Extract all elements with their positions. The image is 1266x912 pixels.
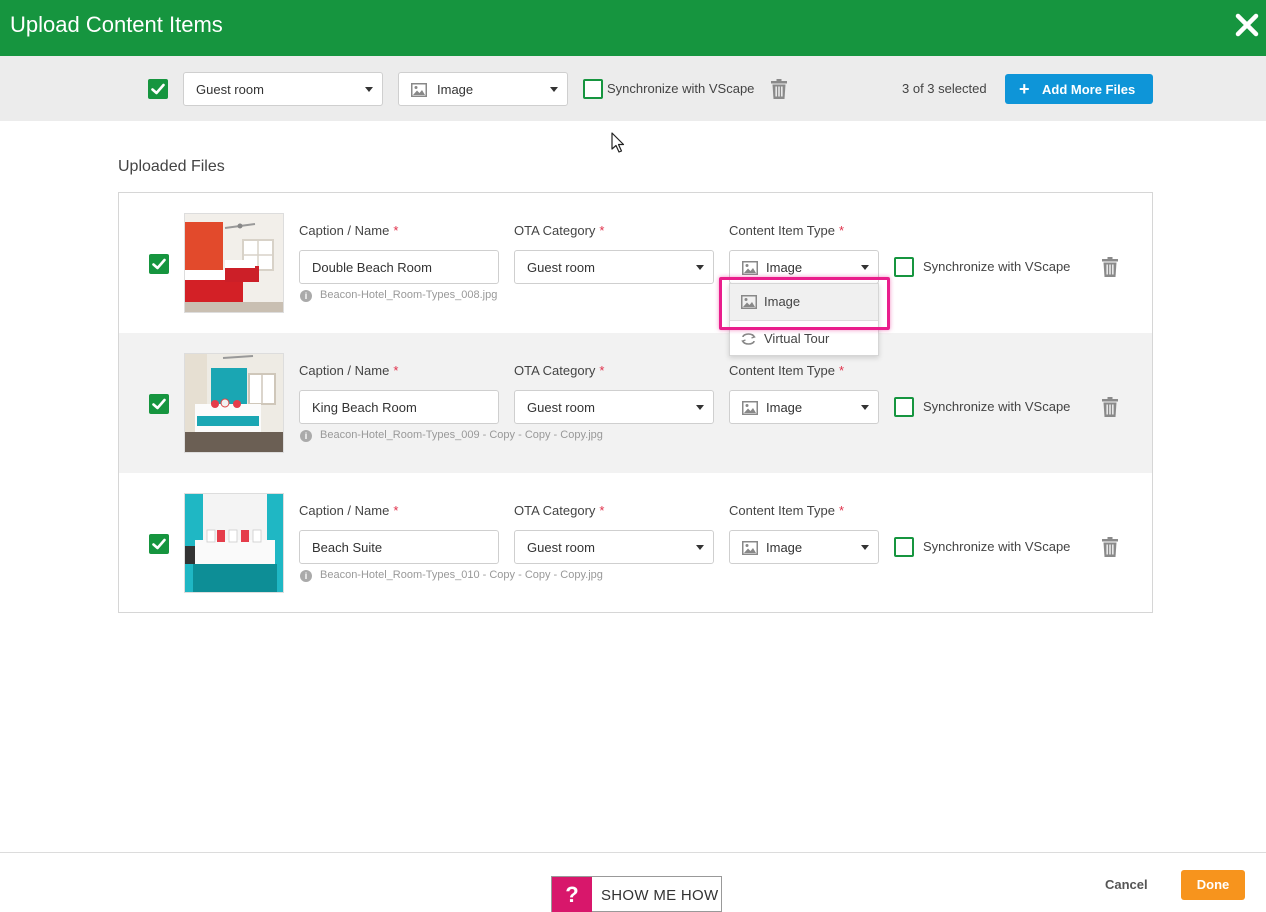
image-icon xyxy=(741,295,757,309)
file-thumbnail xyxy=(184,213,284,313)
file-row: Caption / Name * King Beach Room i Beacon… xyxy=(119,333,1152,473)
bulk-ota-category-value: Guest room xyxy=(196,82,264,97)
bulk-ota-category-select[interactable]: Guest room xyxy=(183,72,383,106)
ota-category-select[interactable]: Guest room xyxy=(514,390,714,424)
bulk-delete-trash-icon[interactable] xyxy=(771,79,787,99)
content-type-select[interactable]: Image xyxy=(729,390,879,424)
file-name: Beacon-Hotel_Room-Types_010 - Copy - Cop… xyxy=(320,569,603,581)
ota-category-value: Guest room xyxy=(527,260,595,275)
caption-input[interactable]: Beach Suite xyxy=(299,530,499,564)
uploaded-files-list: Caption / Name * Double Beach Room i Beac… xyxy=(118,192,1153,613)
chevron-down-icon xyxy=(550,87,558,92)
chevron-down-icon xyxy=(696,405,704,410)
add-more-files-label: Add More Files xyxy=(1042,82,1136,97)
caption-label: Caption / Name * xyxy=(299,363,399,378)
caption-input[interactable]: King Beach Room xyxy=(299,390,499,424)
content-type-select[interactable]: Image xyxy=(729,250,879,284)
ota-category-select[interactable]: Guest room xyxy=(514,530,714,564)
sync-label: Synchronize with VScape xyxy=(923,399,1071,414)
bulk-content-type-value: Image xyxy=(437,82,474,97)
sync-label: Synchronize with VScape xyxy=(923,539,1071,554)
file-thumbnail xyxy=(184,493,284,593)
file-select-checkbox[interactable] xyxy=(149,394,169,414)
cancel-button[interactable]: Cancel xyxy=(1105,877,1148,892)
dropdown-option-image[interactable]: Image xyxy=(730,284,878,320)
dialog-title: Upload Content Items xyxy=(10,12,223,37)
sync-label: Synchronize with VScape xyxy=(923,259,1071,274)
sync-checkbox[interactable] xyxy=(894,537,914,557)
check-icon xyxy=(152,538,166,550)
dropdown-option-virtual-tour[interactable]: Virtual Tour xyxy=(730,321,878,357)
bulk-content-type-select[interactable]: Image xyxy=(398,72,568,106)
ota-category-select[interactable]: Guest room xyxy=(514,250,714,284)
file-select-checkbox[interactable] xyxy=(149,534,169,554)
content-type-value: Image xyxy=(766,540,803,555)
caption-label: Caption / Name * xyxy=(299,223,399,238)
select-all-checkbox[interactable] xyxy=(148,79,168,99)
file-row: Caption / Name * Double Beach Room i Beac… xyxy=(119,193,1152,333)
plus-icon: + xyxy=(1019,79,1030,99)
chevron-down-icon xyxy=(861,545,869,550)
help-question-icon: ? xyxy=(552,877,592,912)
ota-category-label: OTA Category * xyxy=(514,223,605,238)
chevron-down-icon xyxy=(696,265,704,270)
content-type-label: Content Item Type * xyxy=(729,223,845,238)
file-row: Caption / Name * Beach Suite i Beacon-Hot… xyxy=(119,473,1152,613)
dropdown-option-label: Virtual Tour xyxy=(764,331,830,346)
ota-category-label: OTA Category * xyxy=(514,363,605,378)
delete-trash-icon[interactable] xyxy=(1102,257,1118,277)
content-type-value: Image xyxy=(766,260,803,275)
check-icon xyxy=(152,258,166,270)
done-button[interactable]: Done xyxy=(1181,870,1245,900)
content-type-dropdown-menu: Image Virtual Tour xyxy=(729,283,879,356)
info-icon: i xyxy=(300,570,312,582)
chevron-down-icon xyxy=(861,405,869,410)
selected-count: 3 of 3 selected xyxy=(902,81,987,96)
image-icon xyxy=(411,83,427,97)
content-type-select[interactable]: Image xyxy=(729,530,879,564)
ota-category-value: Guest room xyxy=(527,540,595,555)
file-name: Beacon-Hotel_Room-Types_008.jpg xyxy=(320,289,498,301)
chevron-down-icon xyxy=(861,265,869,270)
uploaded-files-title: Uploaded Files xyxy=(118,158,225,175)
content-type-label: Content Item Type * xyxy=(729,363,845,378)
show-me-how-label: SHOW ME HOW xyxy=(601,887,719,904)
mouse-cursor-icon xyxy=(611,132,625,153)
ota-category-label: OTA Category * xyxy=(514,503,605,518)
bulk-sync-label: Synchronize with VScape xyxy=(607,81,755,96)
file-thumbnail xyxy=(184,353,284,453)
content-type-label: Content Item Type * xyxy=(729,503,845,518)
file-name: Beacon-Hotel_Room-Types_009 - Copy - Cop… xyxy=(320,429,603,441)
content-type-value: Image xyxy=(766,400,803,415)
delete-trash-icon[interactable] xyxy=(1102,397,1118,417)
caption-label: Caption / Name * xyxy=(299,503,399,518)
delete-trash-icon[interactable] xyxy=(1102,537,1118,557)
virtual-tour-icon xyxy=(741,333,756,345)
caption-input[interactable]: Double Beach Room xyxy=(299,250,499,284)
chevron-down-icon xyxy=(365,87,373,92)
chevron-down-icon xyxy=(696,545,704,550)
image-icon xyxy=(742,261,758,275)
info-icon: i xyxy=(300,290,312,302)
image-icon xyxy=(742,401,758,415)
check-icon xyxy=(152,398,166,410)
close-icon[interactable] xyxy=(1232,10,1262,40)
check-icon xyxy=(151,83,165,95)
info-icon: i xyxy=(300,430,312,442)
sync-checkbox[interactable] xyxy=(894,397,914,417)
bulk-sync-checkbox[interactable] xyxy=(583,79,603,99)
dialog-header: Upload Content Items xyxy=(0,0,1266,56)
add-more-files-button[interactable]: + Add More Files xyxy=(1005,74,1153,104)
image-icon xyxy=(742,541,758,555)
file-select-checkbox[interactable] xyxy=(149,254,169,274)
show-me-how-button[interactable]: ? SHOW ME HOW xyxy=(551,876,722,912)
ota-category-value: Guest room xyxy=(527,400,595,415)
dropdown-option-label: Image xyxy=(764,294,801,309)
sync-checkbox[interactable] xyxy=(894,257,914,277)
